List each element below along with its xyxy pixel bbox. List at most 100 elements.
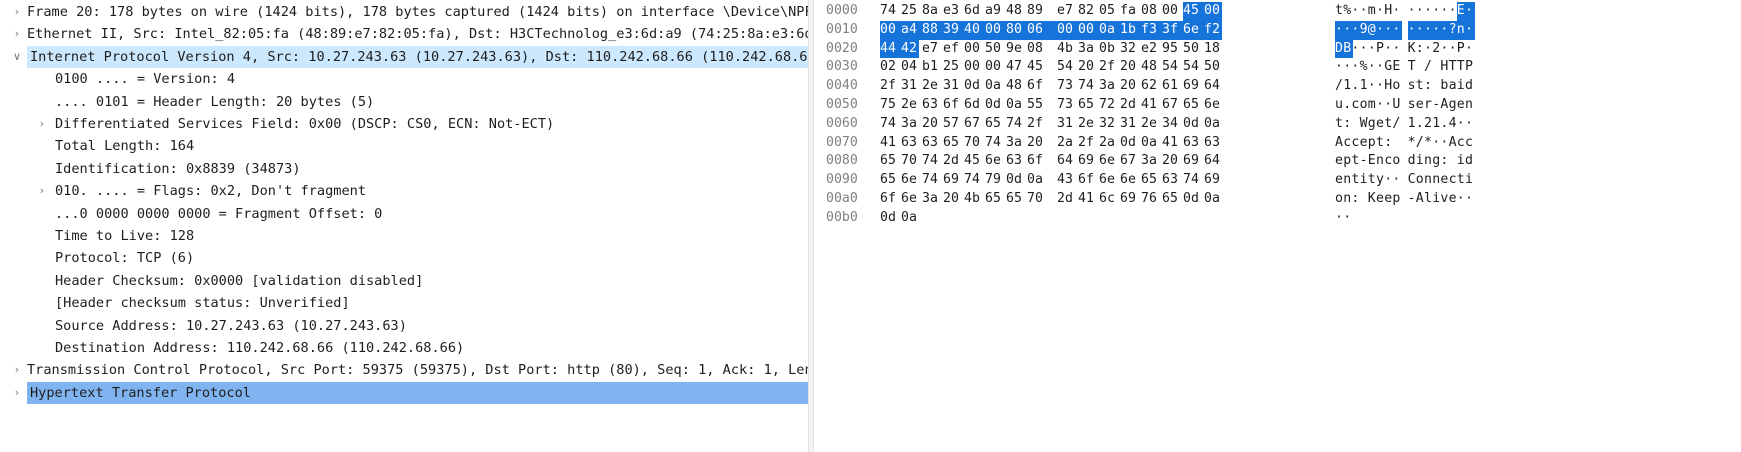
hex-row[interactable]: 0030 02 04 b1 25 00 00 47 45 54 20 2f 20 48 54 54 50 · · ·%… bbox=[814, 58, 1741, 77]
hex-byte[interactable]: 0a bbox=[1204, 115, 1222, 134]
hex-byte[interactable]: 57 bbox=[943, 115, 961, 134]
hex-byte[interactable]: ef bbox=[943, 40, 961, 59]
hex-byte[interactable]: 2f bbox=[1078, 134, 1096, 153]
hex-byte[interactable]: 67 bbox=[964, 115, 982, 134]
ascii-char[interactable]: · bbox=[1465, 20, 1475, 40]
hex-byte[interactable]: 65 bbox=[1141, 171, 1159, 190]
hex-byte[interactable]: 6e bbox=[1099, 171, 1117, 190]
ascii-char[interactable]: · bbox=[1392, 171, 1402, 190]
hex-row[interactable]: 0010 00 a4 88 39 40 00 80 06 00 00 0a 1b f3 3f 6e f2 · · · 9… bbox=[814, 20, 1741, 40]
hex-byte[interactable]: 69 bbox=[1204, 171, 1222, 190]
tree-row[interactable]: Total Length: 164 bbox=[0, 135, 808, 157]
hex-byte[interactable]: 3f bbox=[1162, 20, 1184, 40]
expander-closed-icon[interactable]: › bbox=[10, 1, 24, 23]
hex-byte[interactable]: 2e bbox=[901, 96, 919, 115]
hex-byte[interactable]: 2f bbox=[1027, 115, 1045, 134]
hex-byte[interactable]: 41 bbox=[1162, 134, 1180, 153]
hex-byte[interactable]: 50 bbox=[1204, 58, 1222, 77]
hex-byte[interactable]: 6d bbox=[964, 2, 982, 21]
hex-byte[interactable]: 0a bbox=[1204, 190, 1222, 209]
hex-byte[interactable]: 6f bbox=[1027, 152, 1045, 171]
hex-byte[interactable]: 45 bbox=[1183, 2, 1205, 21]
hex-byte[interactable]: 61 bbox=[1162, 77, 1180, 96]
hex-byte[interactable]: 48 bbox=[1141, 58, 1159, 77]
ascii-char[interactable]: U bbox=[1392, 96, 1402, 115]
tree-row[interactable]: › Ethernet II, Src: Intel_82:05:fa (48:89… bbox=[0, 23, 808, 45]
tree-row[interactable]: › 010. .... = Flags: 0x2, Don't fragment bbox=[0, 180, 808, 202]
hex-byte[interactable]: 3a bbox=[1078, 40, 1096, 59]
hex-byte[interactable]: 20 bbox=[1120, 58, 1138, 77]
hex-byte[interactable]: 63 bbox=[922, 134, 940, 153]
hex-byte[interactable]: 0a bbox=[1027, 171, 1045, 190]
hex-byte[interactable]: 2a bbox=[1057, 134, 1075, 153]
ascii-char[interactable]: · bbox=[1343, 209, 1353, 228]
hex-byte[interactable]: 55 bbox=[1027, 96, 1045, 115]
tree-row[interactable]: [Header checksum status: Unverified] bbox=[0, 292, 808, 314]
hex-byte[interactable]: 4b bbox=[1057, 40, 1075, 59]
expander-closed-icon[interactable]: › bbox=[10, 382, 24, 404]
hex-row[interactable]: 0020 44 42 e7 ef 00 50 9e 08 4b 3a 0b 32 e2 95 50 18 D B · ·… bbox=[814, 39, 1741, 59]
expander-closed-icon[interactable]: › bbox=[35, 113, 49, 135]
hex-byte[interactable]: 42 bbox=[901, 39, 919, 59]
ascii-char[interactable]: i bbox=[1465, 171, 1475, 190]
hex-byte[interactable]: f3 bbox=[1141, 20, 1163, 40]
hex-row[interactable]: 0060 74 3a 20 57 67 65 74 2f 31 2e 32 31 2e 34 0d 0a t: W… bbox=[814, 115, 1741, 134]
hex-byte[interactable]: 2d bbox=[1057, 190, 1075, 209]
hex-byte[interactable]: 69 bbox=[1183, 77, 1201, 96]
ascii-char[interactable]: · bbox=[1465, 40, 1475, 59]
hex-byte[interactable]: 74 bbox=[1183, 171, 1201, 190]
hex-byte[interactable]: 65 bbox=[1162, 190, 1180, 209]
hex-byte[interactable]: 00 bbox=[880, 20, 902, 40]
expander-open-icon[interactable]: ∨ bbox=[10, 46, 24, 68]
hex-byte[interactable]: 06 bbox=[1027, 20, 1058, 40]
tree-row[interactable]: ∨ Internet Protocol Version 4, Src: 10.27… bbox=[0, 45, 808, 68]
ascii-char[interactable]: d bbox=[1465, 77, 1475, 96]
hex-byte[interactable]: 76 bbox=[1141, 190, 1159, 209]
hex-byte[interactable]: 72 bbox=[1099, 96, 1117, 115]
hex-byte[interactable]: 2e bbox=[1078, 115, 1096, 134]
tree-row[interactable]: › Frame 20: 178 bytes on wire (1424 bits)… bbox=[0, 1, 808, 23]
hex-byte[interactable]: 65 bbox=[985, 115, 1003, 134]
ascii-char[interactable]: c bbox=[1465, 134, 1475, 153]
hex-byte[interactable]: 0a bbox=[985, 77, 1003, 96]
hex-byte[interactable]: 2d bbox=[943, 152, 961, 171]
hex-byte[interactable]: 89 bbox=[1027, 2, 1045, 21]
hex-byte[interactable]: 82 bbox=[1078, 2, 1096, 21]
hex-byte[interactable]: fa bbox=[1120, 2, 1138, 21]
hex-byte[interactable]: 0d bbox=[1183, 190, 1201, 209]
hex-byte[interactable]: 00 bbox=[985, 20, 1007, 40]
hex-byte[interactable]: 74 bbox=[922, 171, 940, 190]
ascii-char[interactable]: · bbox=[1465, 115, 1475, 134]
hex-byte[interactable]: 31 bbox=[1120, 115, 1138, 134]
hex-row[interactable]: 0050 75 2e 63 6f 6d 0d 0a 55 73 65 72 2d 41 67 65 6e u. c o… bbox=[814, 96, 1741, 115]
hex-byte[interactable]: 74 bbox=[880, 115, 898, 134]
hex-byte[interactable]: 65 bbox=[1078, 96, 1096, 115]
hex-byte[interactable]: 63 bbox=[1204, 134, 1222, 153]
tree-row[interactable]: 0100 .... = Version: 4 bbox=[0, 68, 808, 90]
hex-byte[interactable]: 50 bbox=[1183, 40, 1201, 59]
hex-byte[interactable]: 65 bbox=[1183, 96, 1201, 115]
hex-byte[interactable]: 3a bbox=[922, 190, 940, 209]
hex-byte[interactable]: 79 bbox=[985, 171, 1003, 190]
hex-byte[interactable]: 65 bbox=[985, 190, 1003, 209]
hex-byte[interactable]: 6e bbox=[985, 152, 1003, 171]
hex-byte[interactable]: 00 bbox=[1162, 2, 1180, 21]
hex-byte[interactable]: 0d bbox=[1183, 115, 1201, 134]
hex-byte[interactable]: 65 bbox=[880, 171, 898, 190]
packet-bytes-pane[interactable]: 0000 74 25 8a e3 6d a9 48 89 e7 82 05 fa 08 00 45 00 t% · ·… bbox=[814, 0, 1741, 452]
hex-byte[interactable]: 65 bbox=[1006, 190, 1024, 209]
hex-byte[interactable]: 73 bbox=[1057, 77, 1075, 96]
hex-byte[interactable]: 04 bbox=[901, 58, 919, 77]
hex-byte[interactable]: 34 bbox=[1162, 115, 1180, 134]
hex-byte[interactable]: 0d bbox=[985, 96, 1003, 115]
hex-byte[interactable]: 00 bbox=[964, 40, 982, 59]
hex-byte[interactable]: 67 bbox=[1120, 152, 1138, 171]
hex-byte[interactable]: 63 bbox=[901, 134, 919, 153]
hex-byte[interactable]: 69 bbox=[943, 171, 961, 190]
hex-byte[interactable]: 6e bbox=[1183, 20, 1205, 40]
hex-byte[interactable]: 2e bbox=[922, 77, 940, 96]
hex-byte[interactable]: 74 bbox=[1006, 115, 1024, 134]
hex-byte[interactable]: 3a bbox=[1141, 152, 1159, 171]
tree-row[interactable]: › Transmission Control Protocol, Src Port… bbox=[0, 359, 808, 381]
expander-closed-icon[interactable]: › bbox=[35, 180, 49, 202]
